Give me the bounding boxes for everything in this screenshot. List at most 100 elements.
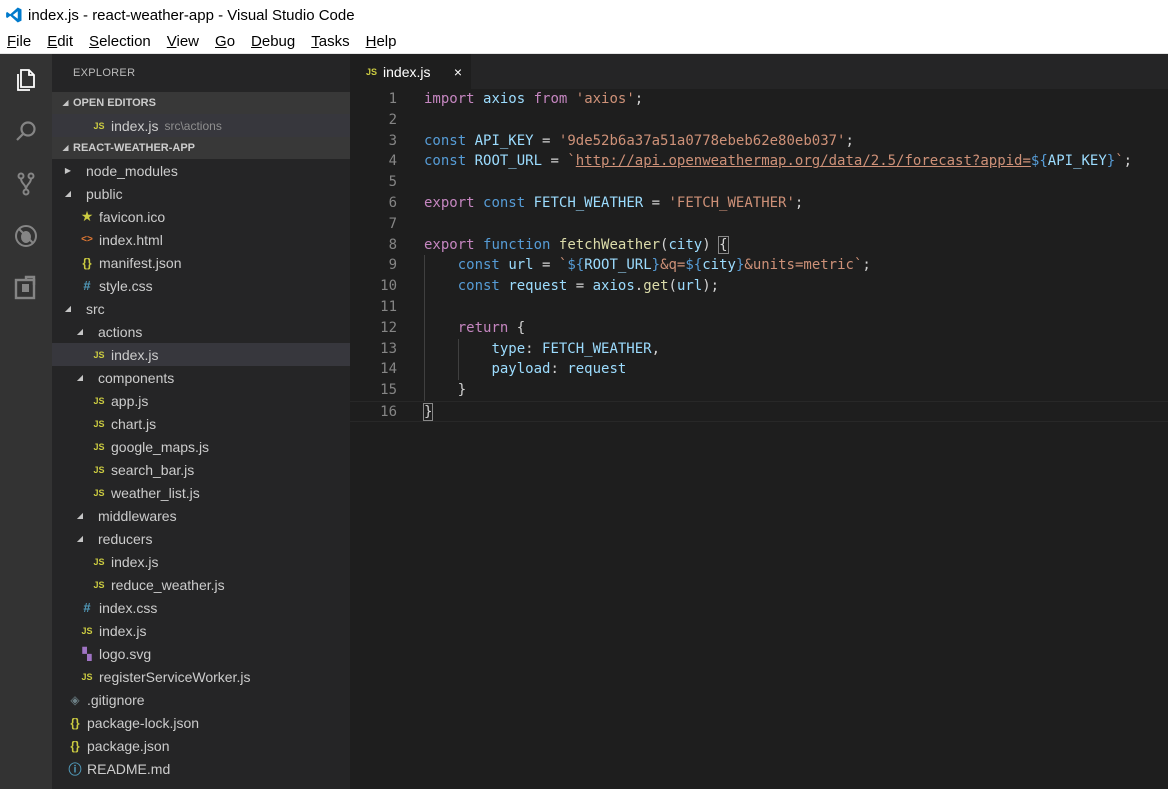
editor-area: JS index.js × 1 import axios from 'axios'… (350, 54, 1168, 789)
file-item[interactable]: JS index.js (52, 343, 350, 366)
file-name: favicon.ico (99, 208, 166, 225)
js-file-icon: JS (93, 487, 105, 498)
folder-item[interactable]: ◢ src (52, 297, 350, 320)
file-item[interactable]: JS app.js (52, 389, 350, 412)
punctuation-token: } (424, 382, 467, 399)
css-file-icon: # (83, 600, 91, 615)
menu-item-edit[interactable]: Edit (39, 33, 81, 50)
code-editor[interactable]: 1 import axios from 'axios'; 2 3 const API_K… (350, 89, 1168, 422)
identifier-token: API_KEY (474, 132, 534, 149)
open-editor-name: index.js (111, 117, 159, 134)
folder-item[interactable]: ◢ public (52, 182, 350, 205)
file-item[interactable]: JS chart.js (52, 412, 350, 435)
file-item[interactable]: ★ favicon.ico (52, 205, 350, 228)
file-name: google_maps.js (111, 438, 210, 455)
chevron-down-icon: ◢ (64, 189, 72, 198)
open-editors-header[interactable]: ◢ OPEN EDITORS (52, 92, 350, 114)
string-token: ` (567, 153, 576, 170)
template-delimiter-token: ${ (1030, 153, 1048, 170)
menu-item-help[interactable]: Help (358, 33, 405, 50)
string-token: &q= (660, 257, 686, 274)
identifier-token: axios (483, 91, 526, 107)
open-editor-item[interactable]: JS index.js src\actions (52, 114, 350, 137)
menu-item-selection[interactable]: Selection (81, 33, 159, 50)
menu-label-rest: asks (318, 33, 350, 50)
indent-guide (424, 317, 425, 339)
file-item[interactable]: {} package-lock.json (52, 711, 350, 734)
file-item[interactable]: ⓘ README.md (52, 757, 350, 780)
menu-mnemonic: H (365, 33, 377, 50)
folder-item[interactable]: ▶ node_modules (52, 159, 350, 182)
explorer-title: EXPLORER (73, 67, 136, 79)
file-item[interactable]: ▚ logo.svg (52, 642, 350, 665)
file-item[interactable]: # style.css (52, 274, 350, 297)
template-delimiter-token: } (651, 257, 661, 274)
tab-index-js[interactable]: JS index.js × (350, 54, 471, 89)
folder-item[interactable]: ◢ reducers (52, 527, 350, 550)
line-content: const url = `${ROOT_URL}&q=${city}&units… (424, 255, 871, 276)
file-name: app.js (111, 392, 149, 409)
file-item[interactable]: {} package.json (52, 734, 350, 757)
string-token: 'FETCH_WEATHER' (668, 194, 795, 211)
menu-item-debug[interactable]: Debug (243, 33, 303, 50)
file-item[interactable]: JS index.js (52, 619, 350, 642)
search-icon[interactable] (0, 106, 52, 158)
js-file-icon: JS (81, 671, 93, 682)
keyword-token: const (457, 278, 500, 295)
file-item[interactable]: JS search_bar.js (52, 458, 350, 481)
chevron-down-icon: ◢ (64, 304, 72, 313)
css-file-icon: # (83, 278, 91, 293)
code-line: 1 import axios from 'axios'; (350, 89, 1168, 110)
file-item[interactable]: JS reduce_weather.js (52, 573, 350, 596)
code-line: 3 const API_KEY = '9de52b6a37a51a0778ebeb… (350, 131, 1168, 152)
folder-name: reducers (98, 530, 153, 547)
folder-item[interactable]: ◢ actions (52, 320, 350, 343)
source-control-icon[interactable] (0, 158, 52, 210)
project-header[interactable]: ◢ REACT-WEATHER-APP (52, 137, 350, 159)
file-item[interactable]: JS google_maps.js (52, 435, 350, 458)
file-tree: ▶ node_modules ◢ public ★ favicon.ico <> index.… (52, 159, 350, 780)
file-item[interactable]: # index.css (52, 596, 350, 619)
folder-item[interactable]: ◢ middlewares (52, 504, 350, 527)
menu-mnemonic: F (7, 33, 17, 50)
open-editors-list: JS index.js src\actions (52, 114, 350, 137)
menu-item-go[interactable]: Go (207, 33, 243, 50)
line-content: const request = axios.get(url); (424, 276, 719, 297)
menu-item-view[interactable]: View (159, 33, 207, 50)
template-delimiter-token: } (1106, 153, 1116, 170)
menu-mnemonic: G (215, 33, 227, 50)
folder-item[interactable]: ◢ components (52, 366, 350, 389)
punctuation-token (525, 91, 533, 107)
file-item[interactable]: ◈ .gitignore (52, 688, 350, 711)
file-item[interactable]: JS registerServiceWorker.js (52, 665, 350, 688)
keyword-token: const (483, 194, 526, 211)
line-content: import axios from 'axios'; (424, 89, 643, 110)
file-item[interactable]: <> index.html (52, 228, 350, 251)
extensions-icon[interactable] (0, 262, 52, 314)
explorer-icon[interactable] (0, 54, 52, 106)
line-number: 11 (380, 298, 397, 315)
file-item[interactable]: JS index.js (52, 550, 350, 573)
url-link[interactable]: http://api.openweathermap.org/data/2.5/f… (576, 153, 1031, 169)
menu-item-file[interactable]: File (0, 33, 39, 50)
function-token: fetchWeather (558, 236, 661, 253)
svg-file-icon: ▚ (82, 646, 92, 661)
menu-item-tasks[interactable]: Tasks (303, 33, 357, 50)
identifier-token: type (491, 340, 526, 357)
close-icon[interactable]: × (454, 64, 462, 80)
identifier-token: request (508, 278, 568, 295)
line-number: 3 (388, 132, 397, 149)
identifier-token: request (567, 361, 627, 378)
json-file-icon: {} (82, 255, 92, 270)
identifier-token: city (702, 257, 736, 274)
file-item[interactable]: JS weather_list.js (52, 481, 350, 504)
debug-icon[interactable] (0, 210, 52, 262)
identifier-token: FETCH_WEATHER (542, 340, 652, 357)
line-content: const API_KEY = '9de52b6a37a51a0778ebeb6… (424, 131, 854, 152)
file-name: package.json (87, 737, 170, 754)
activity-bar (0, 54, 52, 789)
menu-label-rest: ebug (261, 33, 296, 50)
line-number: 8 (388, 236, 397, 253)
file-item[interactable]: {} manifest.json (52, 251, 350, 274)
string-token: &units=metric` (744, 257, 863, 274)
